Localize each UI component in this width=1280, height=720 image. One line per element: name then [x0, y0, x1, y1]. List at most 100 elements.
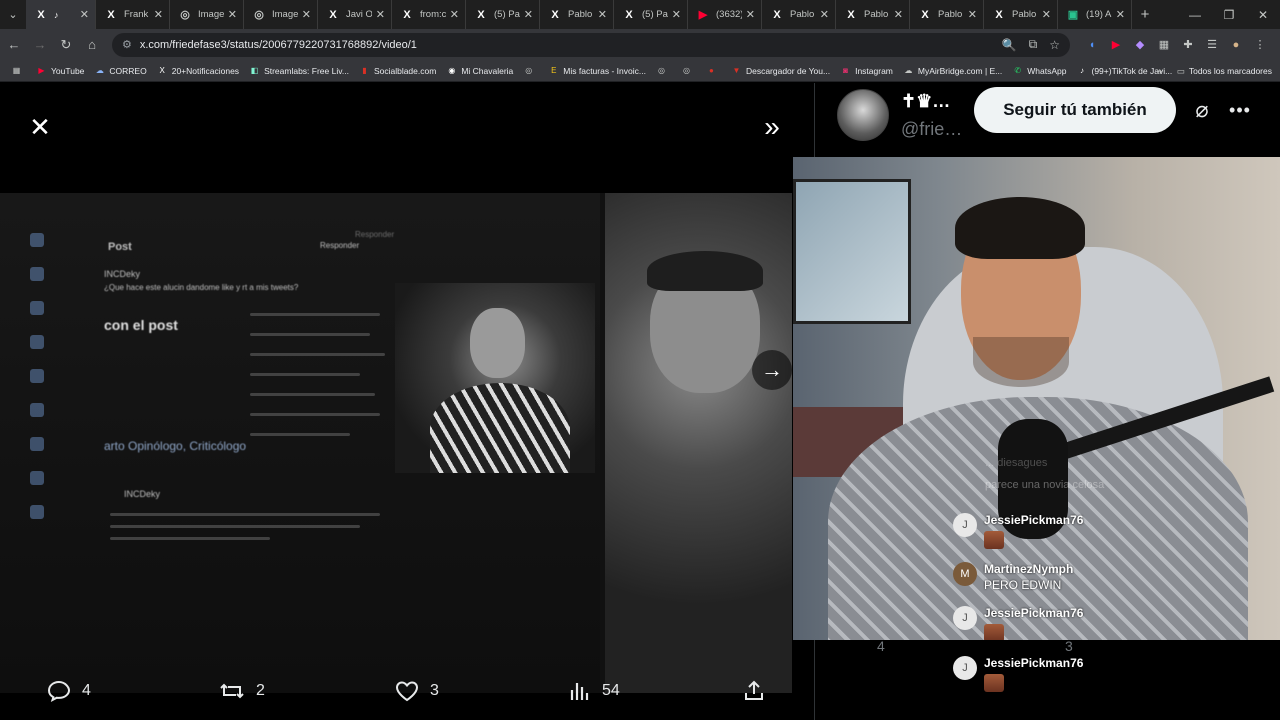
- audio-playing-icon[interactable]: ♪: [54, 10, 59, 20]
- close-tab-icon[interactable]: ✕: [80, 8, 89, 21]
- bookmark-item[interactable]: E Mis facturas - Invoic...: [543, 61, 651, 81]
- close-tab-icon[interactable]: ✕: [820, 8, 829, 21]
- tab[interactable]: X Frank C ✕: [96, 0, 170, 29]
- follow-button[interactable]: Seguir tú también: [974, 87, 1176, 133]
- reply-action[interactable]: 4: [46, 679, 91, 703]
- reload-icon[interactable]: ↻: [54, 33, 78, 57]
- address-url[interactable]: x.com/friedefase3/status/200677922073176…: [140, 39, 990, 51]
- next-media-icon[interactable]: →: [752, 350, 792, 390]
- panel-like-count[interactable]: 3: [1065, 638, 1073, 654]
- chat-username: MartinezNymph: [984, 562, 1074, 576]
- close-icon[interactable]: ✕: [20, 107, 60, 147]
- close-tab-icon[interactable]: ✕: [450, 8, 459, 21]
- bookmark-item[interactable]: ◙ Instagram: [835, 61, 898, 81]
- bookmark-item[interactable]: ▮ Socialblade.com: [354, 61, 441, 81]
- repost-action[interactable]: 2: [218, 679, 265, 703]
- close-tab-icon[interactable]: ✕: [228, 8, 237, 21]
- tab[interactable]: X (5) Pab ✕: [466, 0, 540, 29]
- bookmark-item[interactable]: ☁ MyAirBridge.com | E...: [898, 61, 1007, 81]
- bookmark-item[interactable]: ▼ Descargador de You...: [726, 61, 835, 81]
- bookmark-item[interactable]: ◎: [518, 61, 543, 81]
- tab[interactable]: X Pablo X ✕: [910, 0, 984, 29]
- bookmark-star-icon[interactable]: ☆: [1049, 38, 1060, 52]
- tab[interactable]: X Pablo X ✕: [984, 0, 1058, 29]
- forward-icon[interactable]: →: [28, 33, 52, 57]
- author-name[interactable]: ✝♛…: [901, 91, 950, 112]
- extension-shield-icon[interactable]: ◆: [1128, 33, 1152, 57]
- back-icon[interactable]: ←: [2, 33, 26, 57]
- bookmark-item[interactable]: ◎: [676, 61, 701, 81]
- browser-menu-icon[interactable]: ⋮: [1248, 33, 1272, 57]
- share-action[interactable]: [742, 679, 776, 703]
- views-count: 54: [602, 682, 620, 699]
- close-tab-icon[interactable]: ✕: [1042, 8, 1051, 21]
- bookmark-item[interactable]: ●: [701, 61, 726, 81]
- video-frame[interactable]: Post INCDeky ¿Que hace este alucin dando…: [0, 193, 792, 693]
- grok-icon[interactable]: ⌀: [1187, 95, 1217, 125]
- avatar[interactable]: [837, 89, 889, 141]
- close-window-icon[interactable]: ✕: [1246, 0, 1280, 29]
- tab[interactable]: ◎ Imagen ✕: [170, 0, 244, 29]
- address-bar[interactable]: ⚙ x.com/friedefase3/status/2006779220731…: [112, 32, 1070, 57]
- apps-grid-icon[interactable]: ▦: [6, 61, 31, 81]
- profile-avatar-icon[interactable]: ●: [1224, 33, 1248, 57]
- extension-translate-icon[interactable]: ◖: [1080, 33, 1104, 57]
- tab[interactable]: X Pablo X ✕: [836, 0, 910, 29]
- tab[interactable]: X Pablo X ✕: [762, 0, 836, 29]
- bookmark-item[interactable]: X 20+Notificaciones: [152, 61, 244, 81]
- more-bookmarks-icon[interactable]: »: [1156, 60, 1162, 82]
- minimize-icon[interactable]: —: [1178, 0, 1212, 29]
- bookmark-item[interactable]: ◧ Streamlabs: Free Liv...: [244, 61, 354, 81]
- close-tab-icon[interactable]: ✕: [524, 8, 533, 21]
- tab-strip: ⌄ X ♪ ✕ X Frank C ✕ ◎ Imagen ✕ ◎ Imagen ✕ X Javi Oli…: [0, 0, 1280, 29]
- tab[interactable]: Xfrom:co ✕: [392, 0, 466, 29]
- close-tab-icon[interactable]: ✕: [376, 8, 385, 21]
- author-handle[interactable]: @frie…: [901, 119, 962, 140]
- close-tab-icon[interactable]: ✕: [746, 8, 755, 21]
- blurred-reply-button-2: Responder: [355, 230, 395, 239]
- close-tab-icon[interactable]: ✕: [894, 8, 903, 21]
- x-logo-icon: X: [625, 8, 633, 21]
- collapse-panel-icon[interactable]: »: [752, 107, 792, 147]
- blurred-line: [110, 513, 380, 516]
- new-tab-button[interactable]: +: [1132, 0, 1158, 29]
- bookmark-item[interactable]: ▶ YouTube: [31, 61, 89, 81]
- tab[interactable]: X Javi Oli ✕: [318, 0, 392, 29]
- bookmark-item[interactable]: ◉ Mi Chavaleria: [441, 61, 518, 81]
- extension-grey-icon[interactable]: ▦: [1152, 33, 1176, 57]
- x-logo-icon: X: [847, 8, 855, 21]
- tab[interactable]: X ♪ ✕: [26, 0, 96, 29]
- close-tab-icon[interactable]: ✕: [1116, 8, 1125, 21]
- zoom-icon[interactable]: 🔍: [1002, 38, 1017, 52]
- reading-list-icon[interactable]: ☰: [1200, 33, 1224, 57]
- bookmark-item[interactable]: ☁ CORREO: [89, 61, 151, 81]
- close-tab-icon[interactable]: ✕: [672, 8, 681, 21]
- extension-youtube-icon[interactable]: ▶: [1104, 33, 1128, 57]
- cast-icon[interactable]: ⧉: [1029, 37, 1038, 52]
- bookmark-item[interactable]: ✆ WhatsApp: [1007, 61, 1071, 81]
- invoice-icon: E: [551, 66, 557, 75]
- tab[interactable]: X Pablo X ✕: [540, 0, 614, 29]
- more-options-icon[interactable]: •••: [1225, 95, 1255, 125]
- site-info-icon[interactable]: ⚙: [122, 38, 132, 51]
- tab[interactable]: ▣ (19) Al ✕: [1058, 0, 1132, 29]
- tab[interactable]: ▶ (3632) ✕: [688, 0, 762, 29]
- views-action[interactable]: 54: [568, 679, 620, 703]
- like-action[interactable]: 3: [394, 679, 439, 703]
- close-tab-icon[interactable]: ✕: [154, 8, 163, 21]
- x-logo-icon: X: [551, 8, 559, 21]
- restore-icon[interactable]: ❐: [1212, 0, 1246, 29]
- tab-search-dropdown[interactable]: ⌄: [0, 0, 26, 29]
- all-bookmarks-folder[interactable]: ▭ Todos los marcadores: [1177, 60, 1272, 82]
- panel-reply-count[interactable]: 4: [877, 638, 885, 654]
- close-tab-icon[interactable]: ✕: [302, 8, 311, 21]
- home-icon[interactable]: ⌂: [80, 33, 104, 57]
- close-tab-icon[interactable]: ✕: [598, 8, 607, 21]
- bookmark-item[interactable]: ◎: [651, 61, 676, 81]
- blurred-line: [250, 393, 375, 396]
- extensions-puzzle-icon[interactable]: ✚: [1176, 33, 1200, 57]
- tab[interactable]: ◎ Imagen ✕: [244, 0, 318, 29]
- tab[interactable]: X (5) Pab ✕: [614, 0, 688, 29]
- chat-username: JessiePickman76: [984, 606, 1084, 620]
- close-tab-icon[interactable]: ✕: [968, 8, 977, 21]
